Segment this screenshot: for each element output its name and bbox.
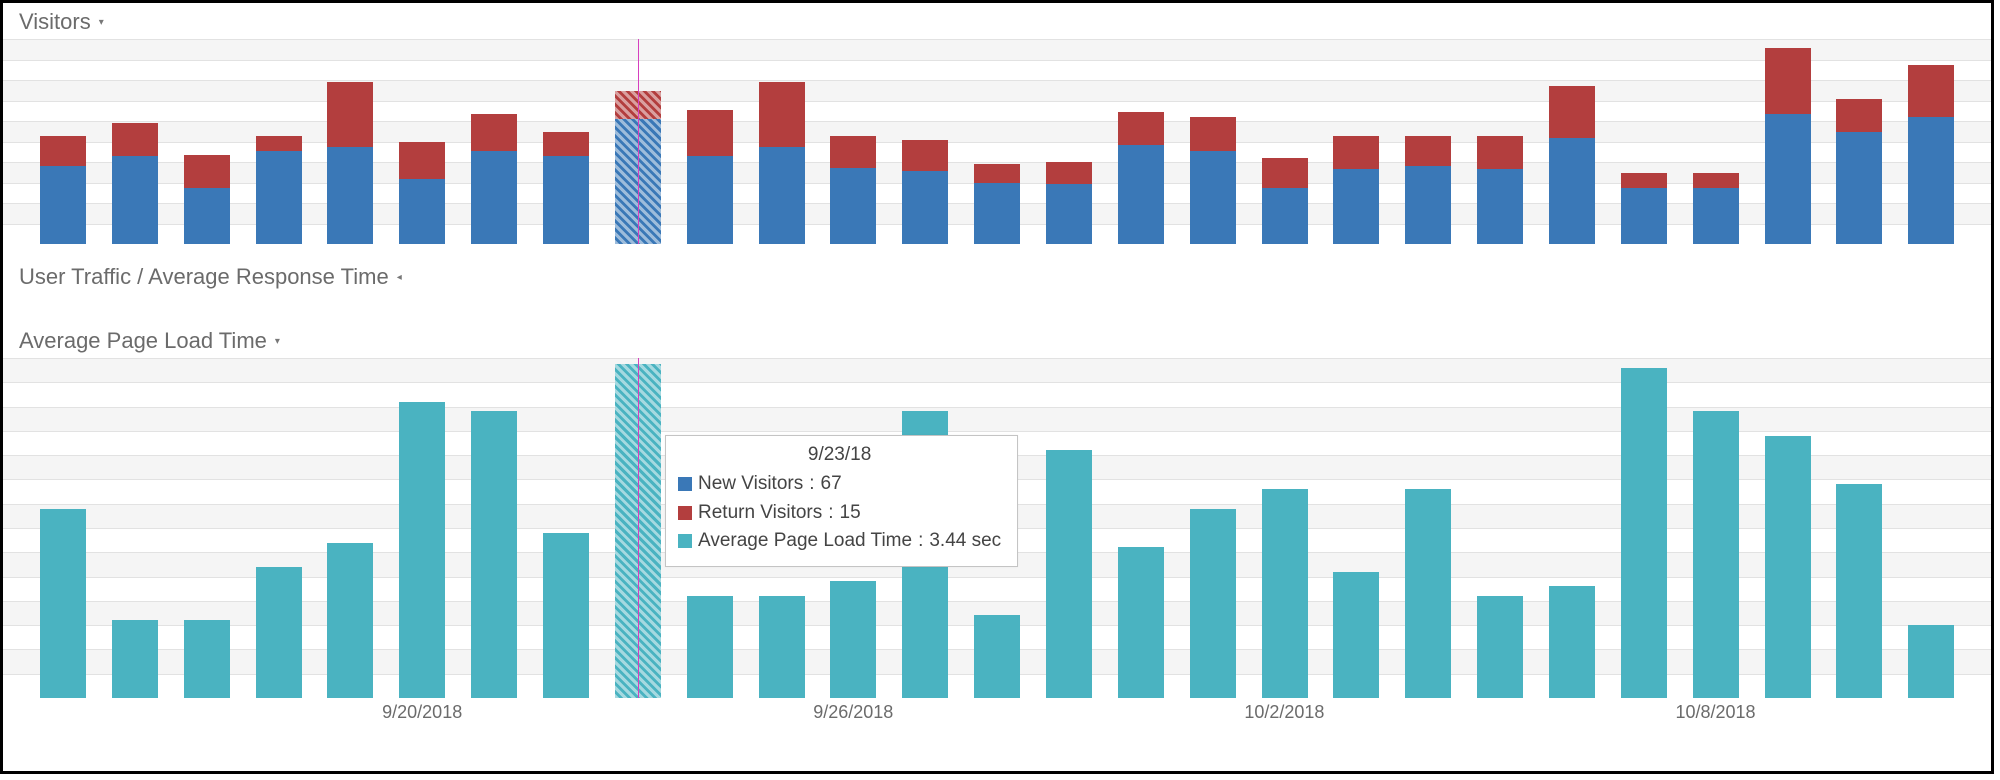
load-time-bar[interactable] (1320, 358, 1392, 698)
visitors-bar[interactable] (386, 39, 458, 244)
visitors-bar[interactable] (746, 39, 818, 244)
visitors-bar[interactable] (1392, 39, 1464, 244)
visitors-bar[interactable] (27, 39, 99, 244)
visitors-title-label: Visitors (19, 9, 91, 35)
load-time-bar[interactable] (1608, 358, 1680, 698)
visitors-bar[interactable] (1105, 39, 1177, 244)
visitors-bar[interactable] (1680, 39, 1752, 244)
visitors-chart[interactable] (3, 39, 1991, 244)
visitors-bar[interactable] (1033, 39, 1105, 244)
chevron-down-icon: ▾ (99, 17, 104, 28)
visitors-title[interactable]: Visitors ▾ (3, 3, 1991, 39)
visitors-bar[interactable] (1823, 39, 1895, 244)
user-traffic-title[interactable]: User Traffic / Average Response Time ◂ (3, 258, 1991, 294)
tooltip-value: 15 (840, 499, 861, 528)
visitors-bar[interactable] (889, 39, 961, 244)
tooltip-value: 67 (821, 470, 842, 499)
load-time-bar[interactable] (1177, 358, 1249, 698)
visitors-bar[interactable] (1752, 39, 1824, 244)
visitors-bar[interactable] (243, 39, 315, 244)
tooltip-row-new-visitors: New Visitors : 67 (678, 470, 1001, 499)
x-axis: 9/20/2018 9/26/2018 10/2/2018 10/8/2018 (3, 702, 1991, 730)
load-time-bar[interactable] (1895, 358, 1967, 698)
load-time-bar[interactable] (530, 358, 602, 698)
user-traffic-title-label: User Traffic / Average Response Time (19, 264, 389, 290)
tooltip-date: 9/23/18 (678, 444, 1001, 466)
chevron-down-icon: ▾ (275, 336, 280, 347)
visitors-bar[interactable] (171, 39, 243, 244)
visitors-bar[interactable] (530, 39, 602, 244)
visitors-bar[interactable] (1536, 39, 1608, 244)
visitors-bar[interactable] (99, 39, 171, 244)
load-time-bar[interactable] (171, 358, 243, 698)
tooltip-row-return-visitors: Return Visitors : 15 (678, 499, 1001, 528)
load-time-bar[interactable] (1680, 358, 1752, 698)
load-time-bar[interactable] (1249, 358, 1321, 698)
visitors-bar[interactable] (1177, 39, 1249, 244)
visitors-bar[interactable] (817, 39, 889, 244)
visitors-bar[interactable] (1608, 39, 1680, 244)
load-time-bar[interactable] (1464, 358, 1536, 698)
tooltip-label: Return Visitors (698, 499, 822, 528)
visitors-bar[interactable] (961, 39, 1033, 244)
load-time-bar[interactable] (386, 358, 458, 698)
load-time-bar[interactable] (602, 358, 674, 698)
swatch-load-time-icon (678, 534, 692, 548)
dashboard-frame: Visitors ▾ User Traffic / Average Respon… (0, 0, 1994, 774)
visitors-bar[interactable] (1464, 39, 1536, 244)
visitors-bar[interactable] (1320, 39, 1392, 244)
load-time-bar[interactable] (1105, 358, 1177, 698)
load-time-title-label: Average Page Load Time (19, 328, 267, 354)
swatch-new-visitors-icon (678, 477, 692, 491)
load-time-bar[interactable] (1823, 358, 1895, 698)
load-time-bar[interactable] (243, 358, 315, 698)
visitors-bar[interactable] (674, 39, 746, 244)
tooltip-label: Average Page Load Time (698, 527, 912, 556)
tooltip-row-load-time: Average Page Load Time : 3.44 sec (678, 527, 1001, 556)
tooltip-value: 3.44 sec (929, 527, 1001, 556)
chevron-left-icon: ◂ (397, 272, 402, 283)
chart-tooltip: 9/23/18 New Visitors : 67 Return Visitor… (665, 435, 1018, 567)
visitors-bar[interactable] (458, 39, 530, 244)
load-time-bar[interactable] (458, 358, 530, 698)
load-time-bar[interactable] (99, 358, 171, 698)
load-time-chart[interactable]: 9/23/18 New Visitors : 67 Return Visitor… (3, 358, 1991, 698)
swatch-return-visitors-icon (678, 506, 692, 520)
visitors-bar[interactable] (602, 39, 674, 244)
visitors-bar[interactable] (314, 39, 386, 244)
load-time-bar[interactable] (1392, 358, 1464, 698)
x-axis-tick: 9/20/2018 (382, 702, 462, 723)
load-time-bar[interactable] (1752, 358, 1824, 698)
load-time-bar[interactable] (27, 358, 99, 698)
visitors-bar[interactable] (1895, 39, 1967, 244)
x-axis-tick: 9/26/2018 (813, 702, 893, 723)
x-axis-tick: 10/2/2018 (1244, 702, 1324, 723)
x-axis-tick: 10/8/2018 (1675, 702, 1755, 723)
load-time-bar[interactable] (1033, 358, 1105, 698)
tooltip-label: New Visitors (698, 470, 803, 499)
load-time-bar[interactable] (1536, 358, 1608, 698)
load-time-bar[interactable] (314, 358, 386, 698)
load-time-title[interactable]: Average Page Load Time ▾ (3, 322, 1991, 358)
visitors-bar[interactable] (1249, 39, 1321, 244)
